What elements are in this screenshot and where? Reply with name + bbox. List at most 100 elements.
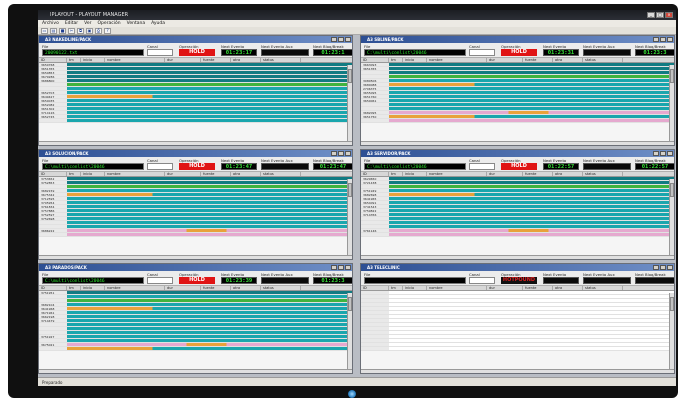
column-header[interactable]: nombre xyxy=(105,172,165,176)
playlist-row[interactable] xyxy=(39,233,352,237)
copy-icon[interactable]: ⧉ xyxy=(77,28,84,34)
window-minimize-button[interactable] xyxy=(653,151,659,156)
save-icon[interactable]: ■ xyxy=(59,28,66,34)
file-path-field[interactable]: C:\multi\conlist\20046 xyxy=(42,277,144,284)
column-header[interactable]: otra xyxy=(553,172,583,176)
playlist-row[interactable] xyxy=(361,119,674,123)
window-minimize-button[interactable] xyxy=(653,265,659,270)
column-header[interactable]: status xyxy=(583,58,623,62)
menu-archivo[interactable]: Archivo xyxy=(42,20,59,27)
column-header[interactable]: inicio xyxy=(81,286,105,290)
file-path-field[interactable] xyxy=(364,277,466,284)
minimize-button[interactable]: _ xyxy=(647,12,655,18)
column-header[interactable]: nombre xyxy=(427,58,487,62)
print-icon[interactable]: ⎙ xyxy=(95,28,102,34)
column-header[interactable]: tm xyxy=(389,58,403,62)
mdi-window[interactable]: A3 TELECLINIC File Canal Operación Next … xyxy=(360,263,675,374)
column-header[interactable]: otra xyxy=(553,58,583,62)
horizontal-scrollbar[interactable] xyxy=(361,141,674,145)
operacion-indicator[interactable]: HOLD xyxy=(501,163,537,170)
menu-ventana[interactable]: Ventana xyxy=(127,20,145,27)
window-maximize-button[interactable] xyxy=(338,37,344,42)
playlist-row[interactable] xyxy=(361,347,674,351)
window-close-button[interactable] xyxy=(667,37,673,42)
column-header[interactable]: inicio xyxy=(81,172,105,176)
column-header[interactable]: nombre xyxy=(105,286,165,290)
column-header[interactable]: inicio xyxy=(403,58,427,62)
window-close-button[interactable] xyxy=(345,151,351,156)
column-header[interactable]: tm xyxy=(389,286,403,290)
column-header[interactable]: otra xyxy=(231,58,261,62)
column-header[interactable]: tm xyxy=(67,58,81,62)
horizontal-scrollbar[interactable] xyxy=(39,255,352,259)
column-header[interactable]: ID xyxy=(39,172,67,176)
mdi-window[interactable]: A3 SOLUCION/PACK File Canal Operación Ne… xyxy=(38,149,353,260)
mdi-window[interactable]: A3 PARADOS/PACK File Canal Operación Nex… xyxy=(38,263,353,374)
column-header[interactable]: dur xyxy=(487,58,523,62)
column-header[interactable]: ID xyxy=(361,58,389,62)
window-close-button[interactable] xyxy=(345,37,351,42)
operacion-indicator[interactable]: HOLD xyxy=(179,277,215,284)
help-icon[interactable]: ? xyxy=(104,28,111,34)
window-maximize-button[interactable] xyxy=(660,265,666,270)
window-close-button[interactable] xyxy=(667,265,673,270)
column-header[interactable]: status xyxy=(261,286,301,290)
canal-field[interactable] xyxy=(469,49,495,56)
close-button[interactable]: × xyxy=(665,12,673,18)
column-header[interactable]: fuente xyxy=(523,172,553,176)
cut-icon[interactable]: ✂ xyxy=(68,28,75,34)
column-header[interactable]: fuente xyxy=(201,172,231,176)
column-header[interactable]: fuente xyxy=(201,58,231,62)
column-header[interactable]: nombre xyxy=(427,286,487,290)
paste-icon[interactable]: ▣ xyxy=(86,28,93,34)
playlist-row[interactable] xyxy=(361,233,674,237)
column-header[interactable]: otra xyxy=(231,172,261,176)
window-minimize-button[interactable] xyxy=(653,37,659,42)
horizontal-scrollbar[interactable] xyxy=(361,369,674,373)
horizontal-scrollbar[interactable] xyxy=(39,141,352,145)
window-titlebar[interactable]: A3 TELECLINIC xyxy=(361,264,674,271)
playlist-row[interactable] xyxy=(39,119,352,123)
canal-field[interactable] xyxy=(147,277,173,284)
column-header[interactable]: tm xyxy=(389,172,403,176)
mdi-window[interactable]: A3 SBLINE/PACK File Canal Operación Next… xyxy=(360,35,675,146)
mdi-window[interactable]: A3 SERVIDOR/PACK File Canal Operación Ne… xyxy=(360,149,675,260)
menu-ayuda[interactable]: Ayuda xyxy=(151,20,165,27)
column-header[interactable]: dur xyxy=(487,172,523,176)
column-header[interactable]: ID xyxy=(361,286,389,290)
file-path-field[interactable]: C:\multi\conlist\20046 xyxy=(364,49,466,56)
column-header[interactable]: status xyxy=(261,172,301,176)
column-header[interactable]: status xyxy=(261,58,301,62)
column-header[interactable]: inicio xyxy=(403,286,427,290)
menu-editar[interactable]: Editar xyxy=(65,20,78,27)
column-header[interactable]: nombre xyxy=(105,58,165,62)
column-header[interactable]: otra xyxy=(231,286,261,290)
window-titlebar[interactable]: A3 SBLINE/PACK xyxy=(361,36,674,43)
column-header[interactable]: status xyxy=(583,172,623,176)
file-path-field[interactable]: C:\multi\conlist\20046 xyxy=(42,163,144,170)
vertical-scrollbar[interactable] xyxy=(669,179,674,255)
operacion-indicator[interactable]: HOLD xyxy=(501,49,537,56)
column-header[interactable]: dur xyxy=(165,286,201,290)
horizontal-scrollbar[interactable] xyxy=(361,255,674,259)
vertical-scrollbar[interactable] xyxy=(669,293,674,369)
mdi-window[interactable]: A3 NAKEDLINE/PACK File Canal Operación N… xyxy=(38,35,353,146)
canal-field[interactable] xyxy=(147,163,173,170)
column-header[interactable]: tm xyxy=(67,172,81,176)
window-minimize-button[interactable] xyxy=(331,151,337,156)
playlist-row[interactable] xyxy=(39,347,352,351)
column-header[interactable]: fuente xyxy=(523,58,553,62)
window-titlebar[interactable]: A3 SOLUCION/PACK xyxy=(39,150,352,157)
column-header[interactable]: inicio xyxy=(81,58,105,62)
column-header[interactable]: fuente xyxy=(201,286,231,290)
window-maximize-button[interactable] xyxy=(338,265,344,270)
horizontal-scrollbar[interactable] xyxy=(39,369,352,373)
column-header[interactable]: inicio xyxy=(403,172,427,176)
menu-operacion[interactable]: Operación xyxy=(98,20,121,27)
column-header[interactable]: dur xyxy=(487,286,523,290)
file-path-field[interactable]: C:\multi\conlist\20046 xyxy=(364,163,466,170)
window-titlebar[interactable]: A3 PARADOS/PACK xyxy=(39,264,352,271)
menu-ver[interactable]: Ver xyxy=(84,20,91,27)
open-icon[interactable]: ▤ xyxy=(50,28,57,34)
canal-field[interactable] xyxy=(469,277,495,284)
